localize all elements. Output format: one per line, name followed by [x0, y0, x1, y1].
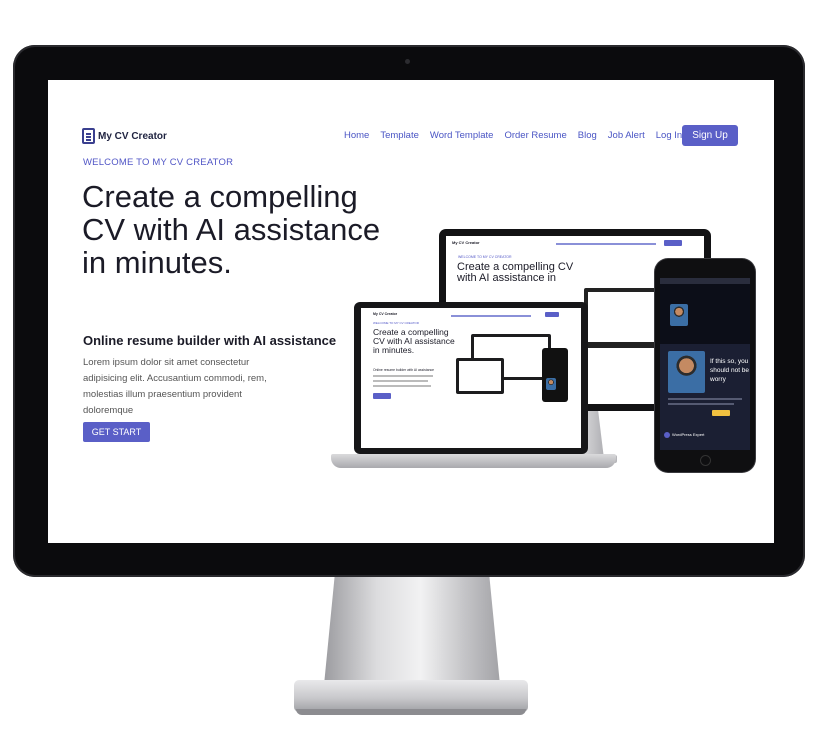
mockup-laptop-headline: Create a compelling CV with AI assistanc…: [373, 327, 455, 355]
monitor-base: [294, 680, 528, 712]
mockup-phone-line-2: [668, 403, 734, 405]
mockup-laptop-desc-line-3: [373, 385, 431, 387]
site-logo[interactable]: My CV Creator: [82, 128, 167, 144]
mockup-phone: If this so, you should not be worry Word…: [655, 259, 755, 472]
mockup-laptop: My CV Creator WELCOME TO MY CV CREATOR C…: [354, 302, 588, 454]
nav-word-template[interactable]: Word Template: [430, 130, 494, 141]
get-start-button[interactable]: GET START: [83, 422, 150, 442]
wordpress-icon: [664, 432, 670, 438]
mockup-phone-badge: WordPress Expert: [672, 432, 705, 437]
mockup-monitor-logo: My CV Creator: [452, 240, 480, 245]
mockup-laptop-logo: My CV Creator: [373, 312, 398, 316]
monitor-foot: [296, 709, 526, 715]
hero-subheading: Online resume builder with AI assistance: [83, 333, 337, 348]
mockup-phone-cta: [712, 410, 730, 416]
nav-log-in[interactable]: Log In: [656, 130, 682, 141]
monitor-stand: [324, 577, 500, 685]
mockup-laptop-inner-laptop-screen: [459, 361, 501, 391]
phone-home-button: [700, 455, 711, 466]
mockup-laptop-desc-line-1: [373, 375, 433, 377]
camera-icon: [405, 59, 410, 64]
welcome-text: WELCOME TO MY CV CREATOR: [83, 157, 234, 168]
mockup-laptop-desc-line-2: [373, 380, 428, 382]
mockup-phone-screen: If this so, you should not be worry Word…: [660, 278, 750, 450]
mockup-laptop-base: [331, 454, 616, 468]
mockup-monitor-headline: Create a compelling CV with AI assistanc…: [457, 261, 574, 284]
mockup-phone-line-1: [668, 398, 742, 400]
nav-blog[interactable]: Blog: [578, 130, 597, 141]
mockup-monitor-welcome: WELCOME TO MY CV CREATOR: [458, 255, 512, 259]
mockup-phone-portrait-small: [670, 304, 688, 326]
document-icon: [82, 128, 95, 144]
mockup-laptop-welcome: WELCOME TO MY CV CREATOR: [373, 321, 419, 325]
mockup-monitor-signup: [664, 240, 682, 246]
mockup-laptop-subheading: Online resume builder with AI assistance: [373, 368, 435, 372]
mockup-laptop-portrait: [546, 378, 556, 390]
mockup-laptop-cta: [373, 393, 391, 399]
hero-description: Lorem ipsum dolor sit amet consectetur a…: [83, 357, 267, 416]
logo-text: My CV Creator: [98, 130, 167, 142]
main-nav: Home Template Word Template Order Resume…: [344, 130, 682, 141]
nav-home[interactable]: Home: [344, 130, 369, 141]
mockup-laptop-nav: [451, 315, 531, 317]
mockup-laptop-screen: My CV Creator WELCOME TO MY CV CREATOR C…: [361, 308, 581, 448]
mockup-phone-portrait: [668, 351, 705, 393]
hero-headline: Create a compelling CV with AI assistanc…: [82, 179, 381, 280]
mockup-laptop-signup: [545, 312, 559, 317]
mockup-laptop-inner-phone: [542, 348, 568, 402]
nav-job-alert[interactable]: Job Alert: [608, 130, 645, 141]
monitor-screen: My CV Creator Home Template Word Templat…: [48, 80, 774, 543]
mockup-phone-text: If this so, you should not be worry: [710, 358, 750, 383]
mockup-monitor-nav: [556, 243, 656, 245]
nav-template[interactable]: Template: [380, 130, 419, 141]
sign-up-button[interactable]: Sign Up: [682, 125, 738, 146]
nav-order-resume[interactable]: Order Resume: [504, 130, 566, 141]
mockup-monitor-inner-screen: [588, 292, 660, 342]
